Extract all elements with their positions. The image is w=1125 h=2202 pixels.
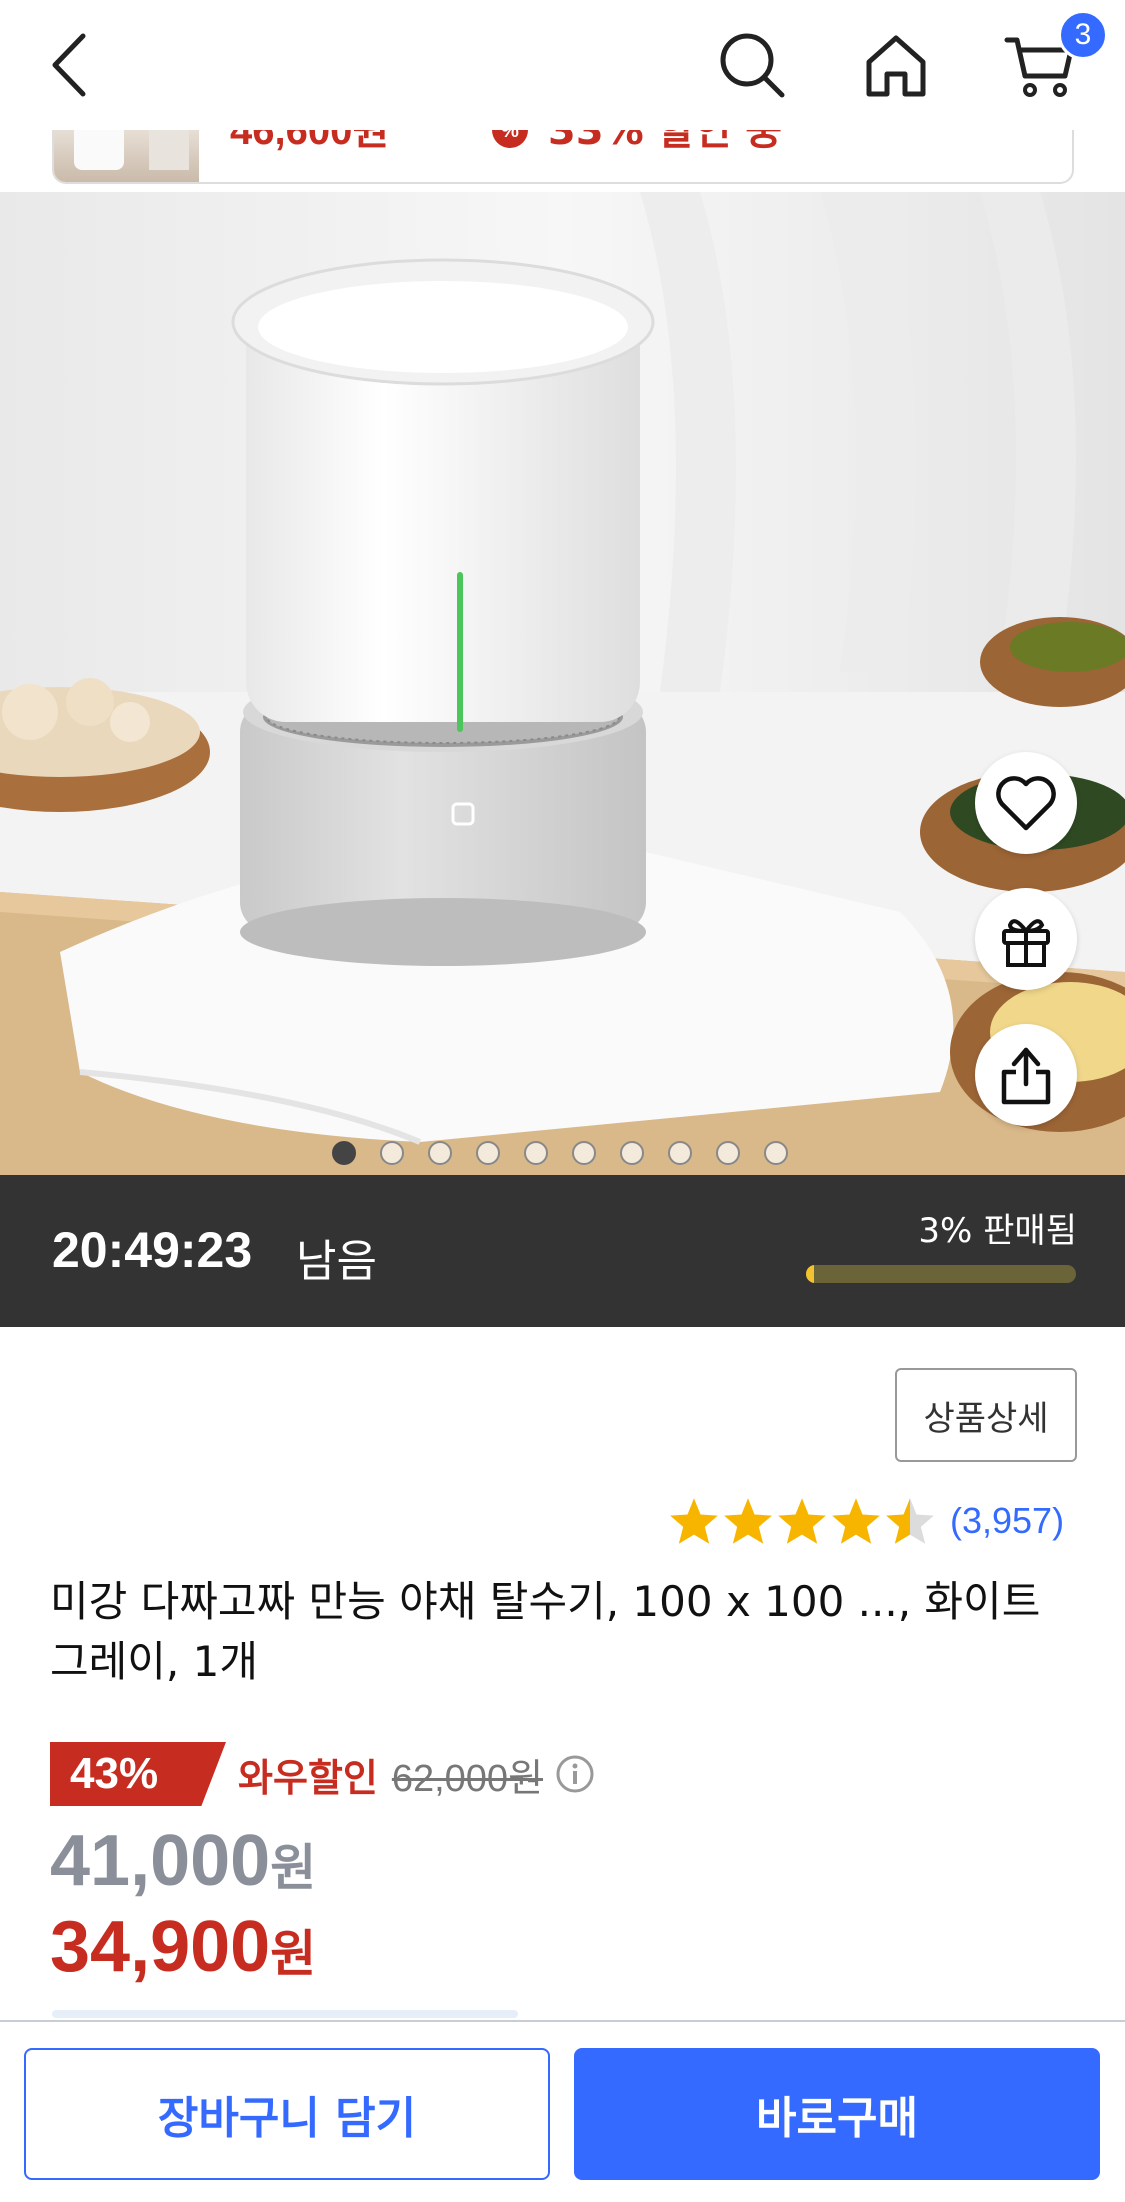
carousel-dot[interactable] (764, 1141, 788, 1165)
product-detail-button[interactable]: 상품상세 (895, 1368, 1077, 1462)
add-to-cart-button[interactable]: 장바구니 담기 (24, 2048, 550, 2180)
info-icon[interactable] (555, 1754, 595, 1794)
heart-icon (996, 776, 1056, 831)
review-count[interactable]: (3,957) (950, 1500, 1064, 1542)
discount-percent-badge: 43% (50, 1742, 226, 1806)
original-price: 62,000원 (391, 1757, 544, 1800)
countdown-suffix: 남음 (296, 1236, 377, 1287)
carousel-dot[interactable] (716, 1141, 740, 1165)
home-button[interactable] (856, 20, 936, 110)
search-button[interactable] (712, 20, 792, 110)
carousel-dot[interactable] (428, 1141, 452, 1165)
carousel-dot[interactable] (572, 1141, 596, 1165)
top-nav-bar: 3 (0, 0, 1125, 130)
product-photo (0, 192, 1125, 1175)
sold-percent-label: 3% 판매됨 (918, 1211, 1077, 1251)
gift-button[interactable] (975, 888, 1077, 990)
carousel-pagination (332, 1141, 788, 1165)
star-icon (886, 1498, 934, 1544)
discount-row: 43% 와우할인 62,000원 (50, 1742, 595, 1806)
carousel-dot[interactable] (332, 1141, 356, 1165)
carousel-dot[interactable] (620, 1141, 644, 1165)
back-arrow-icon (52, 33, 86, 97)
wishlist-button[interactable] (975, 752, 1077, 854)
sale-price-unit: 원 (270, 1926, 317, 1982)
cart-count-badge: 3 (1058, 10, 1108, 60)
carousel-dot[interactable] (476, 1141, 500, 1165)
star-rating (668, 1496, 936, 1546)
star-icon (724, 1498, 772, 1544)
price-unit: 원 (270, 1840, 317, 1896)
gift-icon (1002, 919, 1050, 967)
carousel-dot[interactable] (668, 1141, 692, 1165)
star-icon (832, 1498, 880, 1544)
product-image-carousel[interactable] (0, 192, 1125, 1175)
buy-now-button[interactable]: 바로구매 (574, 2048, 1100, 2180)
content-peek (52, 2010, 518, 2018)
sale-price: 34,900원 (50, 1906, 316, 1988)
countdown-time: 20:49:23 (52, 1222, 253, 1278)
share-icon (1001, 1047, 1051, 1105)
search-icon (720, 33, 785, 98)
share-button[interactable] (975, 1024, 1077, 1126)
deal-timer-bar: 20:49:23 남음 3% 판매됨 (0, 1175, 1125, 1327)
product-title: 미강 다짜고짜 만능 야채 탈수기, 100 x 100 ..., 화이트 그레… (50, 1577, 1041, 1686)
rating-row[interactable]: (3,957) (668, 1496, 1064, 1546)
sale-price-number: 34,900 (50, 1907, 271, 1987)
sold-progress-fill (806, 1265, 815, 1283)
sold-progress-bar (806, 1265, 1076, 1283)
star-icon (778, 1498, 826, 1544)
wow-discount-label: 와우할인 (238, 1755, 378, 1800)
carousel-dot[interactable] (380, 1141, 404, 1165)
star-icon (670, 1498, 718, 1544)
carousel-dot[interactable] (524, 1141, 548, 1165)
price-number: 41,000 (50, 1821, 271, 1901)
bottom-action-bar: 장바구니 담기 바로구매 (0, 2020, 1125, 2202)
price: 41,000원 (50, 1820, 316, 1902)
home-icon (866, 35, 926, 97)
back-button[interactable] (30, 20, 110, 110)
